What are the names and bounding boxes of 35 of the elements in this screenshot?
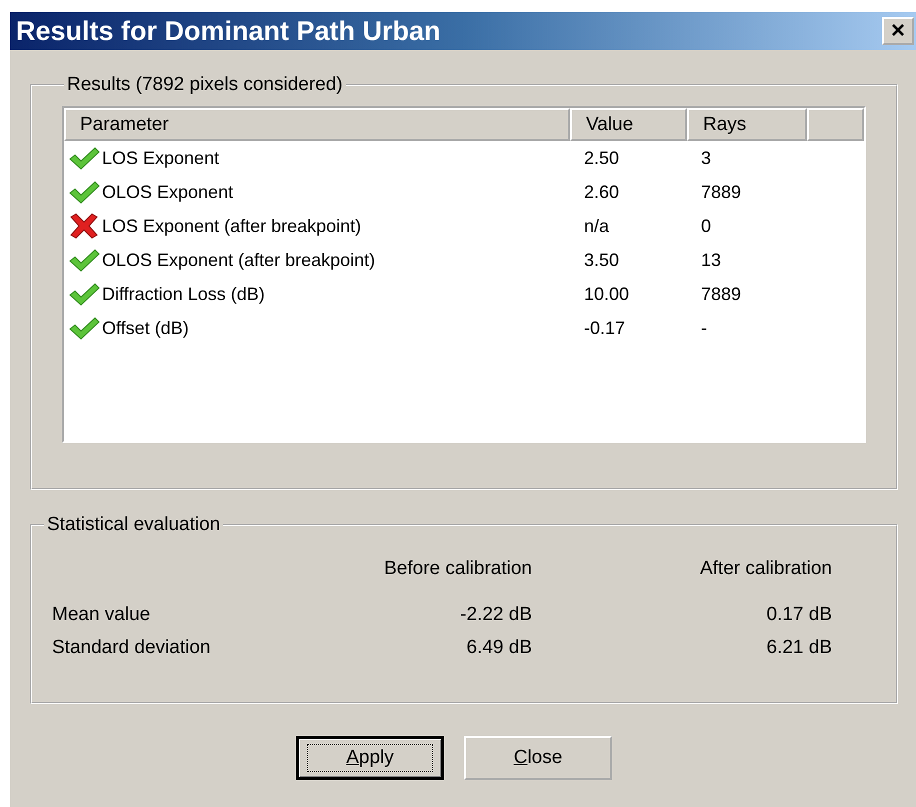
stat-value: 0.17 dB bbox=[766, 604, 832, 626]
parameter-cell: OLOS Exponent (after breakpoint) bbox=[102, 250, 376, 270]
rays-cell-text: 13 bbox=[700, 250, 722, 270]
stat-label: Mean value bbox=[52, 604, 152, 626]
column-header[interactable]: Parameter bbox=[64, 108, 570, 141]
parameter-cell: Offset (dB) bbox=[102, 318, 189, 338]
rays-cell-text: 7889 bbox=[700, 284, 742, 304]
parameter-cell: OLOS Exponent bbox=[102, 182, 234, 202]
dialog-button[interactable]: Close bbox=[464, 736, 612, 780]
stat-value: 6.21 dB bbox=[766, 637, 832, 659]
rays-cell-text: 3 bbox=[700, 148, 712, 168]
column-header[interactable]: Rays bbox=[687, 108, 807, 141]
dialog-button[interactable]: Apply bbox=[296, 736, 444, 780]
stat-value: 6.49 dB bbox=[466, 637, 532, 659]
close-button[interactable]: × bbox=[882, 17, 914, 45]
value-cell-text: 3.50 bbox=[583, 250, 620, 270]
value-cell-text: 10.00 bbox=[583, 284, 630, 304]
group-legend: Statistical evaluation bbox=[44, 514, 224, 536]
rays-cell-text: - bbox=[700, 318, 708, 338]
column-label: After calibration bbox=[698, 558, 832, 580]
parameter-cell: Diffraction Loss (dB) bbox=[102, 284, 265, 304]
rays-cell-text: 0 bbox=[700, 216, 712, 236]
value-cell-text: n/a bbox=[583, 216, 610, 236]
parameter-cell: LOS Exponent bbox=[102, 148, 220, 168]
rays-cell-text: 7889 bbox=[700, 182, 742, 202]
stat-value: -2.22 dB bbox=[459, 604, 532, 626]
value-cell-text: 2.50 bbox=[583, 148, 620, 168]
group-legend: Results (7892 pixels considered) bbox=[64, 74, 346, 96]
column-label: Before calibration bbox=[383, 558, 532, 580]
stat-label: Standard deviation bbox=[52, 637, 212, 659]
value-cell-text: 2.60 bbox=[583, 182, 620, 202]
window-title: Results for Dominant Path Urban bbox=[16, 16, 441, 46]
value-cell-text: -0.17 bbox=[583, 318, 626, 338]
parameter-cell: LOS Exponent (after breakpoint) bbox=[102, 216, 362, 236]
column-header[interactable]: Value bbox=[570, 108, 687, 141]
